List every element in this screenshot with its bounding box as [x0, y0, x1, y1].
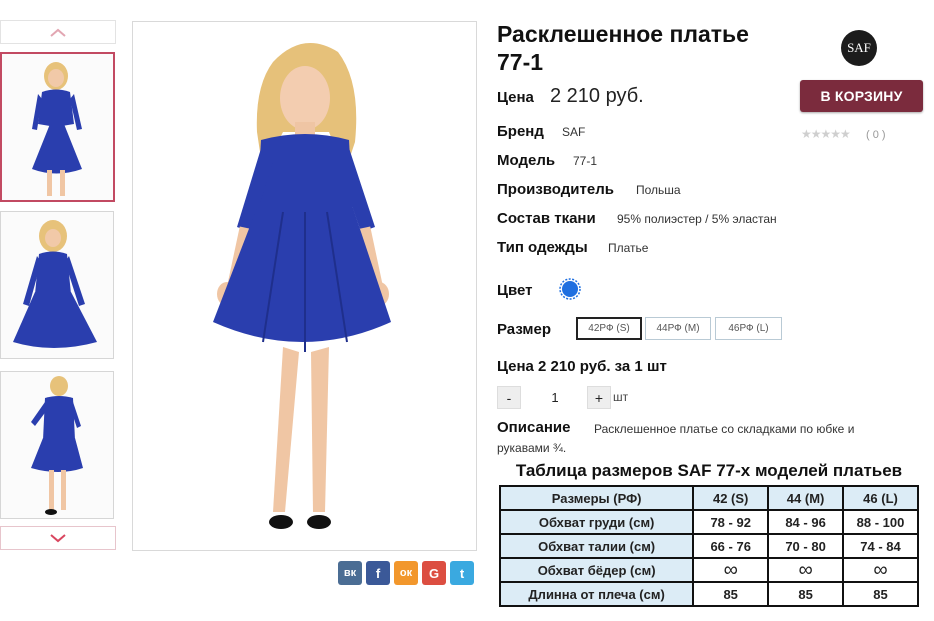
share-facebook-button[interactable]: f — [366, 561, 390, 585]
gallery-down-button[interactable] — [0, 526, 116, 550]
table-cell: 78 - 92 — [692, 509, 770, 535]
chevron-down-icon — [50, 533, 66, 542]
color-swatch-icon — [559, 278, 581, 300]
table-row: Длинна от плеча (см) 85 85 85 — [498, 581, 919, 607]
table-row-label: Обхват талии (см) — [498, 533, 695, 559]
product-title: Расклешенное платье 77-1 — [497, 21, 749, 75]
color-label: Цвет — [497, 282, 533, 299]
twitter-icon: t — [459, 565, 465, 581]
size-label: Размер — [497, 321, 552, 338]
spec-label: Производитель — [497, 181, 614, 198]
table-row: Обхват бёдер (см) ∞ ∞ ∞ — [498, 557, 919, 583]
table-cell: 85 — [767, 581, 845, 607]
table-row-label: Обхват бёдер (см) — [498, 557, 695, 583]
chevron-up-icon — [50, 28, 66, 37]
thumbnail-1[interactable] — [0, 52, 115, 202]
price-value: 2 210 руб. — [550, 85, 644, 107]
table-row: Обхват талии (см) 66 - 76 70 - 80 74 - 8… — [498, 533, 919, 559]
table-header-cell: 44 (M) — [767, 485, 845, 511]
table-row-label: Длинна от плеча (см) — [498, 581, 695, 607]
table-header-cell: 46 (L) — [842, 485, 919, 511]
spec-value: Платье — [608, 241, 649, 255]
price-label: Цена — [497, 89, 534, 106]
brand-logo-text: SAF — [847, 40, 871, 55]
color-swatch[interactable] — [559, 278, 581, 300]
table-cell: 74 - 84 — [842, 533, 919, 559]
google-icon: G — [428, 565, 440, 581]
table-cell: 84 - 96 — [767, 509, 845, 535]
table-cell: 70 - 80 — [767, 533, 845, 559]
facebook-icon: f — [375, 565, 381, 581]
share-google-button[interactable]: G — [422, 561, 446, 585]
quantity-input[interactable] — [524, 386, 586, 409]
dress-thumbnail-image — [32, 62, 82, 196]
gallery-up-button[interactable] — [0, 20, 116, 44]
spec-label: Тип одежды — [497, 239, 588, 256]
table-header-cell: 42 (S) — [692, 485, 770, 511]
size-option-46[interactable]: 46РФ (L) — [715, 317, 782, 340]
dress-photo — [213, 43, 391, 529]
table-cell: 85 — [842, 581, 919, 607]
spec-value: 95% полиэстер / 5% эластан — [617, 212, 777, 226]
spec-label: Состав ткани — [497, 210, 596, 227]
thumbnail-2[interactable] — [0, 211, 114, 359]
size-option-42[interactable]: 42РФ (S) — [576, 317, 642, 340]
description-label: Описание — [497, 419, 571, 436]
size-table: Размеры (РФ) 42 (S) 44 (M) 46 (L) Обхват… — [498, 485, 919, 607]
table-cell: 85 — [692, 581, 770, 607]
qty-plus-button[interactable]: + — [587, 386, 611, 409]
rating-stars[interactable]: ★★★★★ — [801, 127, 851, 141]
table-row: Обхват груди (см) 78 - 92 84 - 96 88 - 1… — [498, 509, 919, 535]
table-header-cell: Размеры (РФ) — [498, 485, 695, 511]
share-twitter-button[interactable]: t — [450, 561, 474, 585]
vk-icon: вк — [343, 567, 357, 579]
spec-value: 77-1 — [573, 154, 598, 168]
table-cell: 88 - 100 — [842, 509, 919, 535]
dress-thumbnail-image — [13, 220, 97, 348]
unit-price-text: Цена 2 210 руб. за 1 шт — [497, 358, 667, 375]
description-text-line2: рукавами ¾. — [497, 441, 567, 455]
brand-logo[interactable]: SAF — [841, 30, 877, 66]
qty-unit: шт — [613, 390, 629, 404]
spec-value[interactable]: SAF — [562, 125, 585, 139]
share-vk-button[interactable]: вк — [338, 561, 362, 585]
table-cell: ∞ — [767, 557, 845, 583]
spec-label: Модель — [497, 152, 556, 169]
thumbnail-3[interactable] — [0, 371, 114, 519]
table-cell: 66 - 76 — [692, 533, 770, 559]
spec-value: Польша — [636, 183, 681, 197]
dress-thumbnail-image — [31, 376, 83, 515]
main-product-image[interactable] — [132, 21, 477, 551]
add-to-cart-button[interactable]: В КОРЗИНУ — [800, 80, 923, 112]
odnoklassniki-icon: ок — [399, 567, 413, 579]
size-table-title: Таблица размеров SAF 77-х моделей платье… — [515, 461, 903, 480]
table-row-label: Обхват груди (см) — [498, 509, 695, 535]
rating-count[interactable]: ( 0 ) — [866, 129, 886, 141]
table-cell: ∞ — [692, 557, 770, 583]
share-odnoklassniki-button[interactable]: ок — [394, 561, 418, 585]
table-row: Размеры (РФ) 42 (S) 44 (M) 46 (L) — [498, 485, 919, 511]
spec-label: Бренд — [497, 123, 544, 140]
size-option-44[interactable]: 44РФ (M) — [645, 317, 711, 340]
qty-minus-button[interactable]: - — [497, 386, 521, 409]
table-cell: ∞ — [842, 557, 919, 583]
description-text-line1: Расклешенное платье со складками по юбке… — [594, 422, 855, 436]
